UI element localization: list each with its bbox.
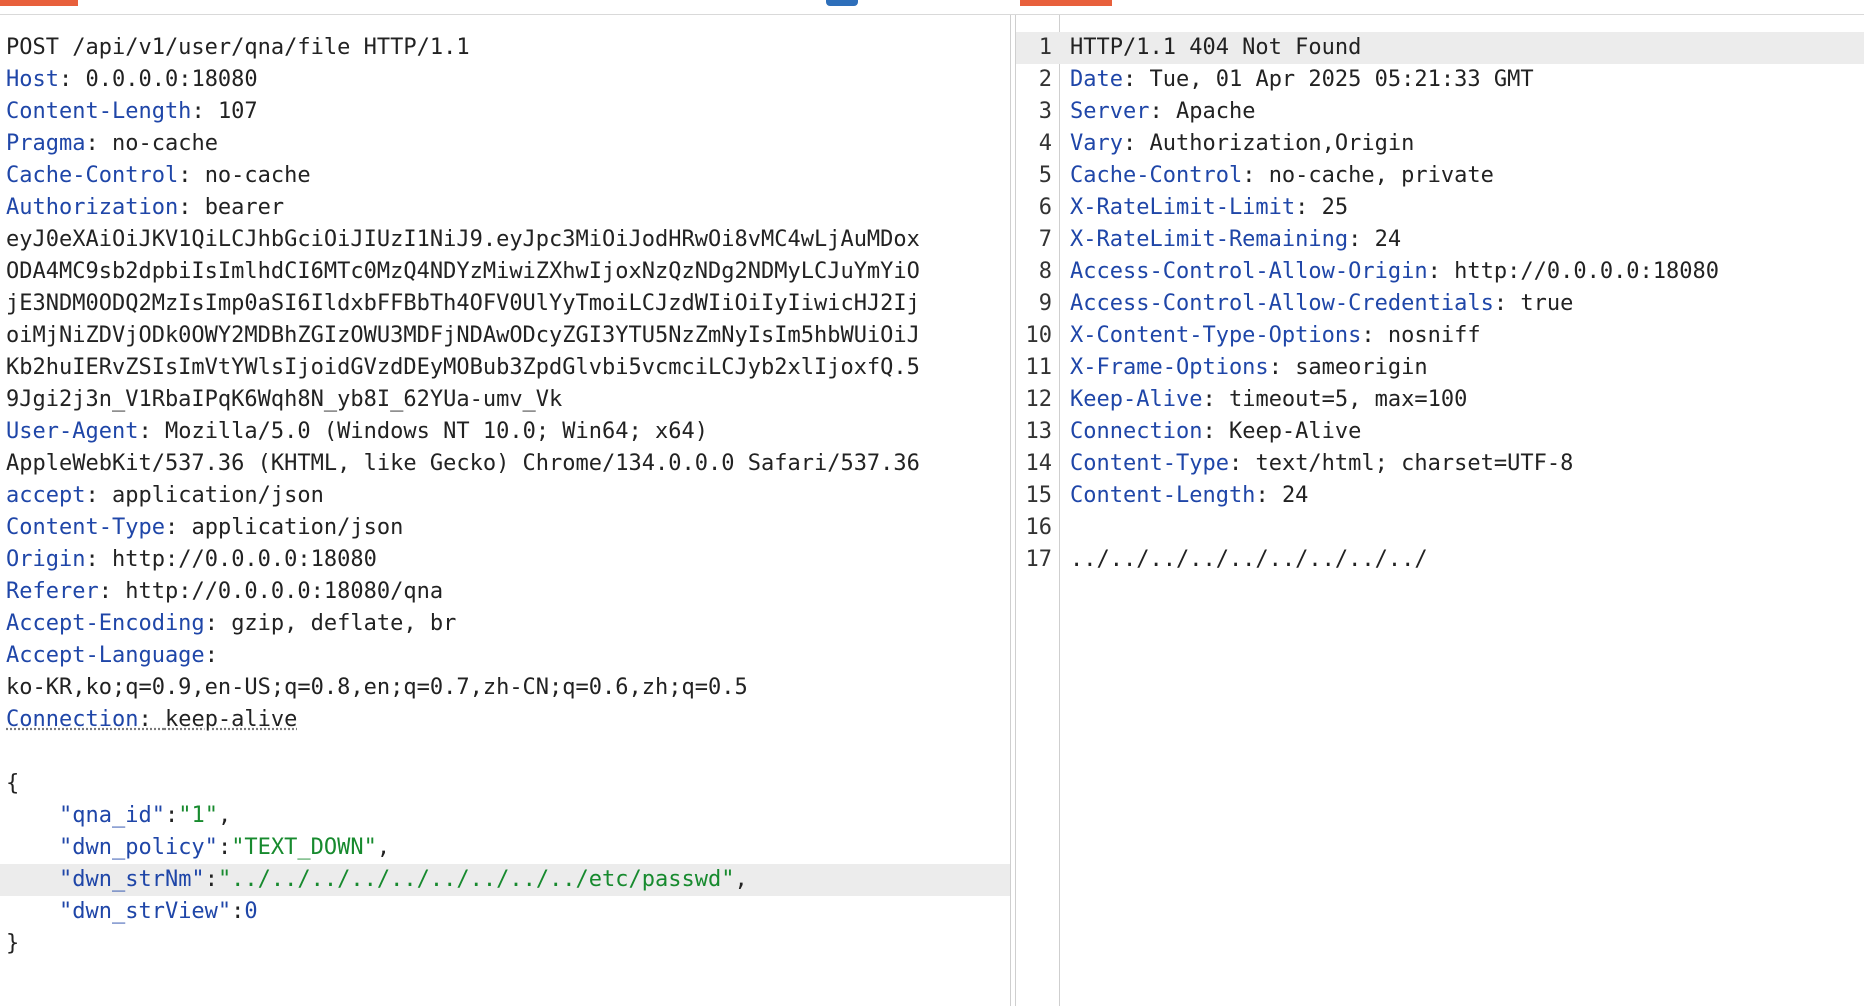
response-line: 16 (1025, 515, 1053, 540)
response-line: 8 Access-Control-Allow-Origin: http://0.0… (1038, 259, 1720, 284)
response-line: 9 Access-Control-Allow-Credentials: true (1038, 291, 1574, 316)
header-line: Content-Length: 107 (6, 99, 258, 124)
token-line: ODA4MC9sb2dpbiIsImlhdCI6MTc0MzQ4NDYzMiwi… (6, 259, 920, 284)
token-line: Kb2huIERvZSIsImVtYWlsIjoidGVzdDEyMOBub3Z… (6, 355, 920, 380)
response-tab-indicator[interactable] (1020, 0, 1112, 6)
request-editor[interactable]: POST /api/v1/user/qna/file HTTP/1.1 Host… (0, 15, 1011, 1006)
response-line: 2 Date: Tue, 01 Apr 2025 05:21:33 GMT (1038, 67, 1534, 92)
token-line: oiMjNiZDVjODk0OWY2MDBhZGIzOWU3MDFjNDAwOD… (6, 323, 920, 348)
response-line: 12 Keep-Alive: timeout=5, max=100 (1025, 387, 1468, 412)
response-line: 14 Content-Type: text/html; charset=UTF-8 (1025, 451, 1574, 476)
header-line: Connection: keep-alive (6, 707, 298, 732)
json-field-dwn-strview: "dwn_strView":0 (58, 899, 258, 924)
json-field-qna-id: "qna_id":"1", (58, 803, 232, 828)
response-line: 6 X-RateLimit-Limit: 25 (1038, 195, 1349, 220)
header-line: Pragma: no-cache (6, 131, 218, 156)
response-line: 3 Server: Apache (1038, 99, 1256, 124)
response-line: 7 X-RateLimit-Remaining: 24 (1038, 227, 1402, 252)
header-line: Cache-Control: no-cache (6, 163, 311, 188)
json-close-brace: } (6, 931, 20, 956)
token-line: jE3NDM0ODQ2MzIsImp0aSI6IldxbFFBbTh4OFV0U… (6, 291, 920, 316)
request-tab-indicator[interactable] (0, 0, 78, 6)
header-line: User-Agent: Mozilla/5.0 (Windows NT 10.0… (6, 419, 709, 444)
token-line: eyJ0eXAiOiJKV1QiLCJhbGciOiJIUzI1NiJ9.eyJ… (6, 227, 920, 252)
header-line: Accept-Encoding: gzip, deflate, br (6, 611, 457, 636)
header-line: Origin: http://0.0.0.0:18080 (6, 547, 377, 572)
response-line: 1 HTTP/1.1 404 Not Found (1016, 32, 1864, 64)
header-line: accept: application/json (6, 483, 324, 508)
response-line: 13 Connection: Keep-Alive (1025, 419, 1362, 444)
json-field-dwn-policy: "dwn_policy":"TEXT_DOWN", (58, 835, 391, 860)
request-line: POST /api/v1/user/qna/file HTTP/1.1 (6, 35, 470, 60)
response-line: 15 Content-Length: 24 (1025, 483, 1309, 508)
json-open-brace: { (6, 771, 20, 796)
response-line: 10 X-Content-Type-Options: nosniff (1025, 323, 1481, 348)
token-line: 9Jgi2j3n_V1RbaIPqK6Wqh8N_yb8I_62YUa-umv_… (6, 387, 563, 412)
response-line: 11 X-Frame-Options: sameorigin (1025, 355, 1428, 380)
header-line: Host: 0.0.0.0:18080 (6, 67, 258, 92)
header-continuation: AppleWebKit/537.36 (KHTML, like Gecko) C… (6, 451, 920, 476)
header-line: Authorization: bearer (6, 195, 285, 220)
response-line: 5 Cache-Control: no-cache, private (1038, 163, 1494, 188)
header-line: Referer: http://0.0.0.0:18080/qna (6, 579, 444, 604)
response-editor[interactable]: 1 HTTP/1.1 404 Not Found 2 Date: Tue, 01 A… (1015, 15, 1864, 1006)
pane-toggle-icon[interactable] (826, 0, 858, 6)
response-line: 4 Vary: Authorization,Origin (1038, 131, 1415, 156)
response-line: 17 ../../../../../../../../../ (1025, 547, 1428, 572)
json-field-dwn-strnm: "dwn_strNm":"../../../../../../../../../… (0, 864, 1010, 896)
header-line: Content-Type: application/json (6, 515, 404, 540)
header-continuation: ko-KR,ko;q=0.9,en-US;q=0.8,en;q=0.7,zh-C… (6, 675, 748, 700)
editor-tab-strip (0, 0, 1864, 15)
header-line: Accept-Language: (6, 643, 218, 668)
